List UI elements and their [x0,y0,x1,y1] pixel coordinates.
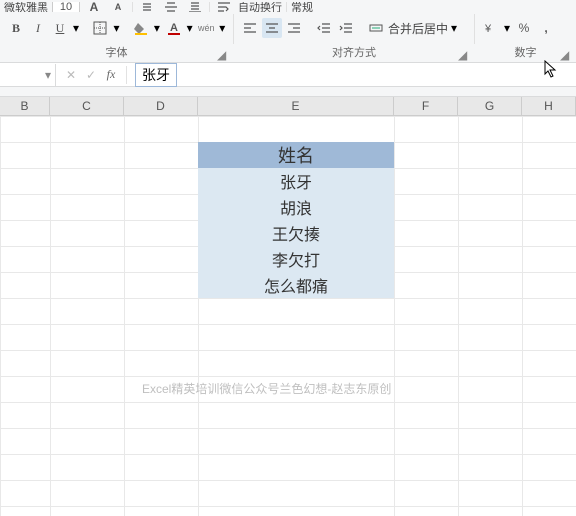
chevron-down-icon[interactable]: ▾ [451,21,459,35]
fx-icon[interactable]: fx [102,66,120,84]
italic-button[interactable]: I [28,18,48,38]
name-box[interactable]: ▾ [0,64,56,86]
table-row[interactable]: 怎么都痛 [198,272,394,298]
fill-color-button[interactable] [131,18,151,38]
column-header-G[interactable]: G [458,97,522,116]
percent-button[interactable]: % [514,18,534,38]
table-row[interactable]: 王欠揍 [198,220,394,246]
increase-indent-icon[interactable] [336,18,356,38]
dialog-launcher-icon[interactable]: ◢ [560,48,572,60]
group-font-label: 字体 [0,44,233,62]
ribbon-groups: B I U ▾ ▾ ▾ A ▾ wén ▾ 字体 ◢ [0,12,576,62]
number-format-label: 常规 [291,2,313,12]
chevron-down-icon[interactable]: ▾ [219,21,227,35]
dialog-launcher-icon[interactable]: ◢ [217,48,229,60]
font-color-button[interactable]: A [164,18,184,38]
ribbon: 微软雅黑 10 A A 自动换行 常规 B I U ▾ ▾ ▾ [0,0,576,63]
ribbon-top-row: 微软雅黑 10 A A 自动换行 常规 [0,2,576,12]
group-number: ¥ ▾ % , 数字 ◢ [475,12,576,62]
align-bottom-icon[interactable] [185,2,205,12]
phonetic-button[interactable]: wén [196,18,216,38]
align-center-icon[interactable] [262,18,282,38]
column-header-F[interactable]: F [394,97,458,116]
name-box-input[interactable] [4,68,45,82]
align-right-icon[interactable] [284,18,304,38]
group-align-label: 对齐方式 [234,44,474,62]
watermark-text: Excel精英培训微信公众号兰色幻想-赵志东原创 [142,380,391,397]
column-headers: BCDEFGH [0,97,576,116]
underline-button[interactable]: U [50,18,70,38]
formula-tools: ✕ ✓ fx [56,66,127,84]
merge-center-button[interactable] [366,18,386,38]
wrap-text-icon[interactable] [214,2,234,12]
group-alignment: 合并后居中 ▾ 对齐方式 ◢ [234,12,474,62]
table-row[interactable]: 李欠打 [198,246,394,272]
table-header-cell[interactable]: 姓名 [198,142,394,168]
confirm-icon[interactable]: ✓ [82,66,100,84]
column-header-D[interactable]: D [124,97,198,116]
dialog-launcher-icon[interactable]: ◢ [458,48,470,60]
column-header-B[interactable]: B [0,97,50,116]
spreadsheet-grid[interactable]: 姓名张牙胡浪王欠揍李欠打怎么都痛 Excel精英培训微信公众号兰色幻想-赵志东原创 [0,116,576,516]
border-button[interactable] [90,18,110,38]
chevron-down-icon[interactable]: ▾ [187,21,195,35]
table-row[interactable]: 张牙 [198,168,394,194]
cancel-icon[interactable]: ✕ [62,66,80,84]
formula-value[interactable]: 张牙 [135,63,177,87]
font-size-box[interactable]: 10 [52,2,80,12]
align-top-icon[interactable] [137,2,157,12]
font-name-fragment: 微软雅黑 [4,2,48,12]
group-font: B I U ▾ ▾ ▾ A ▾ wén ▾ 字体 ◢ [0,12,233,62]
chevron-down-icon[interactable]: ▾ [45,68,51,82]
chevron-down-icon[interactable]: ▾ [73,21,81,35]
svg-text:A: A [170,22,178,34]
bold-button[interactable]: B [6,18,26,38]
decrease-indent-icon[interactable] [314,18,334,38]
table-row[interactable]: 胡浪 [198,194,394,220]
svg-text:¥: ¥ [484,23,492,35]
currency-button[interactable]: ¥ [481,18,501,38]
column-header-H[interactable]: H [522,97,576,116]
chevron-down-icon[interactable]: ▾ [113,21,121,35]
column-header-E[interactable]: E [198,97,394,116]
formula-bar: ▾ ✕ ✓ fx 张牙 [0,63,576,87]
formula-input-area[interactable]: 张牙 [127,64,576,86]
align-left-icon[interactable] [240,18,260,38]
chevron-down-icon[interactable]: ▾ [504,21,512,35]
chevron-down-icon[interactable]: ▾ [154,21,162,35]
wrap-text-label: 自动换行 [238,2,282,12]
increase-font-icon[interactable]: A [84,2,104,12]
decrease-font-icon[interactable]: A [108,2,128,12]
column-header-C[interactable]: C [50,97,124,116]
comma-button[interactable]: , [536,18,556,38]
merge-center-label: 合并后居中 [388,20,448,37]
align-middle-icon[interactable] [161,2,181,12]
